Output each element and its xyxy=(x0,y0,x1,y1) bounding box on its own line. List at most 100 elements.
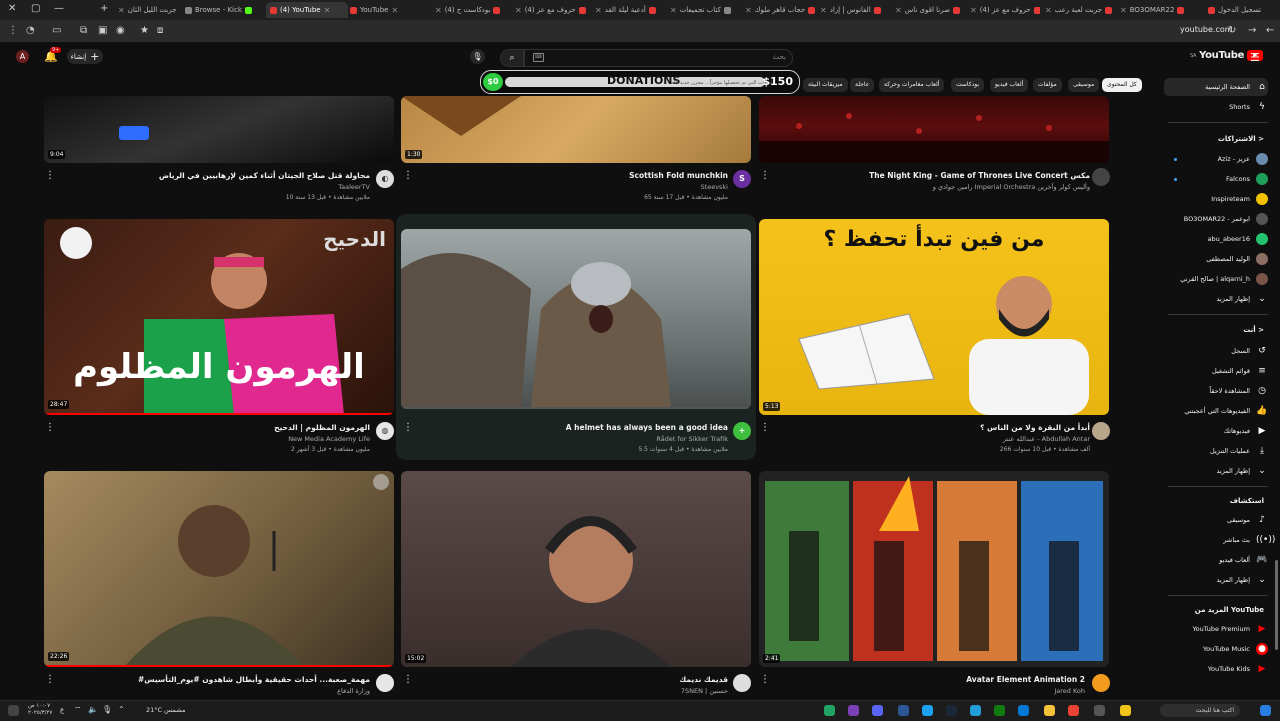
close-tab-icon[interactable]: ✕ xyxy=(1045,6,1052,15)
close-window-icon[interactable]: ✕ xyxy=(8,3,16,14)
search-button[interactable]: ⌕ xyxy=(500,49,524,67)
browser-tab[interactable]: ✕ (4) حروف مع عز xyxy=(970,2,1040,18)
close-tab-icon[interactable]: ✕ xyxy=(118,6,125,15)
chip-urgent[interactable]: عاجلة xyxy=(850,78,875,92)
close-tab-icon[interactable]: ✕ xyxy=(1120,6,1127,15)
more-options-icon[interactable]: ⋮ xyxy=(760,170,770,181)
browser-tab[interactable]: ✕ (4) حروف مع عز xyxy=(515,2,590,18)
more-options-icon[interactable]: ⋮ xyxy=(760,674,770,685)
more-options-icon[interactable]: ⋮ xyxy=(760,422,770,433)
profile-icon[interactable]: ◔ xyxy=(26,25,35,37)
new-tab-icon[interactable]: + xyxy=(100,3,108,14)
notifications-bell-icon[interactable]: 🔔 9+ xyxy=(44,47,62,63)
chip-action-adventure[interactable]: ألعاب مغامرات وحركة xyxy=(879,78,945,92)
video-title[interactable]: Scottish Fold munchkin xyxy=(410,171,728,180)
video-thumbnail[interactable]: 22:26 xyxy=(44,471,394,667)
telegram-icon[interactable] xyxy=(970,705,981,716)
sidebar-show-more[interactable]: إظهار المزيد ⌄ xyxy=(1160,571,1268,589)
sidebar-item-downloads[interactable]: عمليات التنزيل ⤓ xyxy=(1160,442,1268,460)
channel-avatar[interactable] xyxy=(1092,168,1110,186)
video-title[interactable]: أبدأ من البقرة ولا من الناس ؟ xyxy=(770,423,1090,432)
browser-tab[interactable]: ✕ جربت لعبة رعب xyxy=(1045,2,1115,18)
chip-environment[interactable]: ميزيقات البيئة xyxy=(803,78,848,92)
sidebar-you-header[interactable]: أنت > xyxy=(1160,326,1264,334)
video-thumbnail[interactable]: 9:04 xyxy=(44,96,394,163)
browser-tab[interactable]: ✕ BO3OMAR22 xyxy=(1120,2,1190,18)
install-app-icon[interactable]: ⧈ xyxy=(157,25,163,37)
search-input[interactable]: ⌨ بحث xyxy=(524,49,793,67)
close-tab-icon[interactable]: ✕ xyxy=(745,6,752,15)
sidebar-item-subscription[interactable]: صالح القرني | alqarni_h xyxy=(1160,270,1268,288)
sidebar-item-yt-kids[interactable]: YouTube Kids ▶ xyxy=(1160,660,1268,678)
chip-compositions[interactable]: مؤلفات xyxy=(1033,78,1062,92)
video-thumbnail[interactable]: 2:41 xyxy=(759,471,1109,667)
sidebar-item-live[interactable]: بث مباشر ((•)) xyxy=(1160,531,1275,549)
video-channel[interactable]: رامين جوادي و Imperial Orchestra وأليس ك… xyxy=(760,183,1090,191)
chip-music[interactable]: موسيقى xyxy=(1068,78,1100,92)
sidebar-item-watch-later[interactable]: المشاهدة لاحقاً ◷ xyxy=(1160,382,1268,400)
sidebar-scrollbar[interactable] xyxy=(1275,560,1278,650)
copilot-icon[interactable] xyxy=(1120,705,1131,716)
video-title[interactable]: Avatar Element Animation 2 xyxy=(770,675,1085,684)
extension-icon[interactable]: ⧉ xyxy=(80,25,87,37)
sidebar-item-yt-premium[interactable]: YouTube Premium ▶ xyxy=(1160,620,1268,638)
browser-tab[interactable]: ✕ الفانوس | إراد xyxy=(820,2,890,18)
minimize-window-icon[interactable]: — xyxy=(54,3,64,14)
mic-tray-icon[interactable]: 🎙 xyxy=(102,705,112,714)
language-icon[interactable]: ع xyxy=(60,706,64,714)
video-channel[interactable]: Jared Koh xyxy=(770,687,1085,695)
more-options-icon[interactable]: ⋮ xyxy=(403,170,413,181)
video-channel[interactable]: Rådet for Sikker Trafik xyxy=(420,435,728,443)
sidebar-item-subscription[interactable]: الوليد المصطفى xyxy=(1160,250,1268,268)
menu-hamburger-icon[interactable]: ☰ xyxy=(1250,51,1260,64)
browser-tab[interactable]: Browse - Kick xyxy=(185,2,261,18)
close-tab-icon[interactable]: ✕ xyxy=(515,6,522,15)
sidebar-item-playlists[interactable]: قوائم التشغيل ≡ xyxy=(1160,362,1268,380)
video-channel[interactable]: وزارة الدفاع xyxy=(60,687,370,695)
sidebar-item-shorts[interactable]: Shorts ϟ xyxy=(1160,98,1268,116)
close-tab-icon[interactable]: ✕ xyxy=(670,6,677,15)
video-title[interactable]: A helmet has always been a good idea xyxy=(420,423,728,432)
browser-tab[interactable]: YouTube ✕ xyxy=(350,2,430,18)
browser-tab-active[interactable]: (4) YouTube ✕ xyxy=(266,2,348,18)
video-thumbnail[interactable]: الدحيح الهرمون المظلوم 28:47 xyxy=(44,219,394,415)
browser-tab[interactable]: تسجيل الدخول xyxy=(1208,2,1278,18)
store-icon[interactable] xyxy=(1018,705,1029,716)
more-options-icon[interactable]: ⋮ xyxy=(45,674,55,685)
wifi-icon[interactable]: ⌔ xyxy=(74,705,82,715)
browser-tab[interactable]: ✕ (4) بودكاست ح xyxy=(435,2,510,18)
extensions-icon[interactable]: ⋮ xyxy=(8,25,18,37)
forward-icon[interactable]: → xyxy=(1248,25,1256,37)
sidebar-item-subscription[interactable]: Aziz - عزيز xyxy=(1160,150,1268,168)
more-options-icon[interactable]: ⋮ xyxy=(45,422,55,433)
taskbar-app-icon[interactable] xyxy=(898,705,909,716)
more-options-icon[interactable]: ⋮ xyxy=(403,422,413,433)
create-button[interactable]: إنشاء + xyxy=(67,49,103,64)
video-title[interactable]: محاولة قتل صلاح الجيتان أثناء كمين لإرها… xyxy=(60,171,370,180)
close-tab-icon[interactable]: ✕ xyxy=(595,6,602,15)
taskbar-app-icon[interactable] xyxy=(824,705,835,716)
discord-icon[interactable] xyxy=(872,705,883,716)
back-icon[interactable]: ← xyxy=(1266,25,1274,37)
browser-tab[interactable]: ✕ حجاب قاهر ملوك xyxy=(745,2,815,18)
sidebar-item-home[interactable]: الصفحة الرئيسية ⌂ xyxy=(1164,78,1268,96)
close-tab-icon[interactable]: ✕ xyxy=(820,6,827,15)
show-desktop-icon[interactable] xyxy=(8,705,19,716)
video-thumbnail[interactable] xyxy=(759,96,1109,163)
video-channel[interactable]: عبدالله عنتر - Abdullah Antar xyxy=(770,435,1090,443)
close-tab-icon[interactable]: ✕ xyxy=(435,6,442,15)
steam-icon[interactable] xyxy=(946,705,957,716)
sidebar-item-gaming[interactable]: ألعاب فيديو 🎮 xyxy=(1160,551,1268,569)
channel-avatar[interactable] xyxy=(1092,674,1110,692)
windows-start-icon[interactable] xyxy=(1260,705,1271,716)
video-thumbnail[interactable]: من فين تبدأ تحفظ ؟ 5:13 xyxy=(759,219,1109,415)
video-channel[interactable]: Steevski xyxy=(410,183,728,191)
video-thumbnail[interactable]: 1:30 xyxy=(401,96,751,163)
channel-avatar[interactable]: + xyxy=(733,422,751,440)
close-tab-icon[interactable]: ✕ xyxy=(970,6,977,15)
maximize-window-icon[interactable]: ▢ xyxy=(31,3,40,14)
bookmark-star-icon[interactable]: ★ xyxy=(140,25,149,37)
video-thumbnail[interactable] xyxy=(401,229,751,409)
chip-gaming[interactable]: ألعاب فيديو xyxy=(990,78,1029,92)
sidebar-item-subscription[interactable]: abu_abeer16 xyxy=(1160,230,1268,248)
